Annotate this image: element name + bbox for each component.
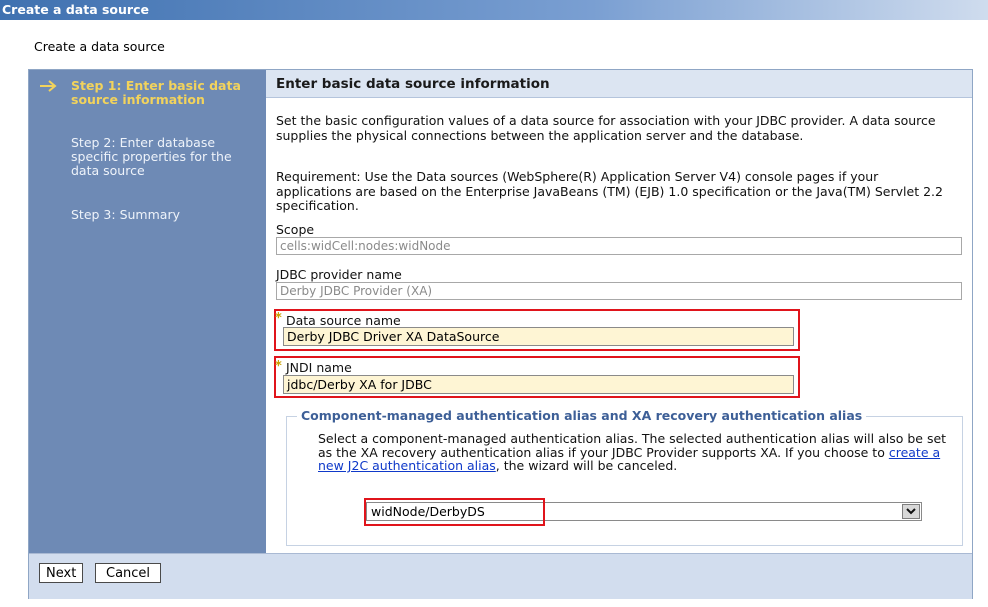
description-text: Set the basic configuration values of a …	[276, 113, 936, 143]
requirement-text: Requirement: Use the Data sources (WebSp…	[276, 169, 943, 213]
step-1-enter-basic-info: Step 1: Enter basic data source informat…	[71, 78, 241, 107]
wizard-footer	[29, 553, 972, 599]
wizard-main-panel: Enter basic data source information Set …	[266, 70, 972, 553]
auth-alias-legend: Component-managed authentication alias a…	[297, 408, 867, 423]
window-title: Create a data source	[2, 2, 149, 17]
dropdown-button[interactable]	[902, 504, 920, 519]
required-star-icon: *	[275, 311, 282, 326]
cancel-button[interactable]: Cancel	[95, 563, 162, 583]
current-step-arrow-icon	[40, 80, 57, 92]
wizard-frame: Step 1: Enter basic data source informat…	[28, 69, 973, 599]
window-title-bar: Create a data source	[0, 0, 988, 20]
auth-alias-highlight	[364, 498, 545, 526]
datasource-name-input[interactable]: Derby JDBC Driver XA DataSource	[283, 327, 794, 346]
provider-name-field: Derby JDBC Provider (XA)	[276, 282, 962, 300]
page-title: Create a data source	[34, 39, 165, 54]
scope-field: cells:widCell:nodes:widNode	[276, 237, 962, 255]
next-button[interactable]: Next	[39, 563, 84, 583]
datasource-name-label: Data source name	[286, 313, 401, 328]
provider-name-label: JDBC provider name	[276, 267, 402, 282]
section-heading: Enter basic data source information	[266, 70, 972, 98]
scope-label: Scope	[276, 222, 315, 237]
step-2-database-properties: Step 2: Enter database specific properti…	[71, 135, 232, 178]
auth-alias-description: Select a component-managed authenticatio…	[318, 431, 947, 473]
jndi-name-label: JNDI name	[286, 360, 352, 375]
required-star-icon: *	[275, 359, 282, 374]
step-3-summary: Step 3: Summary	[71, 207, 180, 222]
wizard-steps-sidebar: Step 1: Enter basic data source informat…	[29, 70, 266, 553]
chevron-down-icon	[906, 508, 916, 515]
jndi-name-input[interactable]: jdbc/Derby XA for JDBC	[283, 375, 794, 394]
